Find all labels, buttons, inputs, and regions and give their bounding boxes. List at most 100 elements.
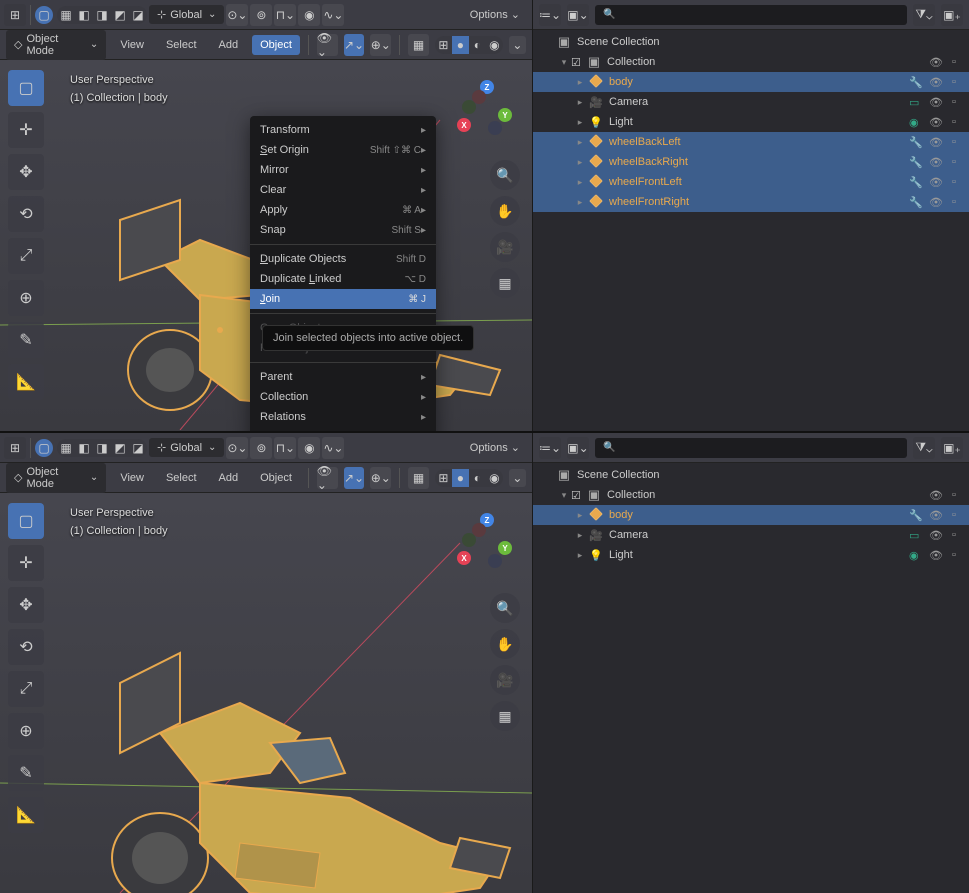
tool-rotate[interactable]: ⟲ [8,629,44,665]
gizmo-camera[interactable]: 🎥 [490,665,520,695]
menu-duplicate-linked[interactable]: Duplicate Linked⌥ D [250,269,436,289]
outliner-display-mode[interactable]: ▣⌄ [567,437,589,459]
visibility-dropdown[interactable]: 👁⌄ [317,34,338,56]
tool-measure[interactable]: 📐 [8,364,44,400]
menu-collection[interactable]: Collection▸ [250,387,436,407]
outliner-filter[interactable]: ⧩⌄ [913,4,935,26]
tool-move[interactable]: ✥ [8,154,44,190]
menu-parent[interactable]: Parent▸ [250,367,436,387]
menu-duplicate-objects[interactable]: Duplicate ObjectsShift D [250,249,436,269]
select-invert[interactable]: ◩ [111,439,129,457]
gizmo-zoom[interactable]: 🔍 [490,160,520,190]
outliner-new-collection[interactable]: ▣₊ [941,4,963,26]
menu-set-origin[interactable]: Set OriginShift ⇧⌘ C▸ [250,140,436,160]
proportional-toggle[interactable]: ◉ [298,437,320,459]
menu-view[interactable]: View [112,468,152,488]
outliner-filter[interactable]: ⧩⌄ [913,437,935,459]
snap-dropdown[interactable]: ⊓⌄ [274,4,296,26]
tree-item-Light[interactable]: ▸Light◉👁▫ [533,545,969,565]
select-subtract[interactable]: ◨ [93,6,111,24]
axis-neg-y[interactable] [462,100,476,114]
shading-material[interactable]: ◐ [469,36,486,54]
proportional-toggle[interactable]: ◉ [298,4,320,26]
gizmo-toggle[interactable]: ↗⌄ [344,467,365,489]
gizmo-toggle[interactable]: ↗⌄ [344,34,365,56]
editor-type-dropdown[interactable]: ⊞ [4,437,26,459]
tool-select-box[interactable]: ▢ [8,70,44,106]
shading-rendered[interactable]: ◉ [486,469,503,487]
proportional-dropdown[interactable]: ∿⌄ [322,4,344,26]
mode-dropdown[interactable]: ◇ Object Mode [6,463,106,493]
select-tool-cursor[interactable]: ▢ [35,6,53,24]
pivot-dropdown[interactable]: ⊙⌄ [226,437,248,459]
tool-annotate[interactable]: ✎ [8,755,44,791]
shading-solid[interactable]: ● [452,469,469,487]
shading-options[interactable]: ⌄ [509,36,526,54]
overlay-dropdown[interactable]: ⊕⌄ [370,34,391,56]
xray-toggle[interactable]: ▦ [408,34,429,56]
tree-item-wheelFrontLeft[interactable]: ▸wheelFrontLeft🔧👁▫ [533,172,969,192]
gizmo-pan[interactable]: ✋ [490,196,520,226]
axis-neg-z[interactable] [488,554,502,568]
menu-relations[interactable]: Relations▸ [250,407,436,427]
tool-cursor[interactable]: ✛ [8,112,44,148]
transform-orientation-dropdown[interactable]: ⊹ Global [149,5,224,24]
menu-apply[interactable]: Apply⌘ A▸ [250,200,436,220]
select-extend[interactable]: ◧ [75,6,93,24]
tool-measure[interactable]: 📐 [8,797,44,833]
tool-select-box[interactable]: ▢ [8,503,44,539]
options-dropdown[interactable]: Options ⌄ [462,437,528,458]
select-tool-cursor[interactable]: ▢ [35,439,53,457]
axis-x[interactable]: X [457,551,471,565]
menu-object[interactable]: Object [252,468,300,488]
tool-annotate[interactable]: ✎ [8,322,44,358]
outliner-editor-type[interactable]: ≔⌄ [539,4,561,26]
outliner-tree-bottom[interactable]: Scene Collection ▾☑Collection👁▫ ▸body🔧👁▫… [533,463,969,893]
axis-widget[interactable]: Z Y X [452,513,512,573]
tree-item-Light[interactable]: ▸Light◉👁▫ [533,112,969,132]
shading-rendered[interactable]: ◉ [486,36,503,54]
menu-join[interactable]: Join⌘ J [250,289,436,309]
menu-transform[interactable]: Transform▸ [250,120,436,140]
axis-widget[interactable]: Z Y X [452,80,512,140]
shading-options[interactable]: ⌄ [509,469,526,487]
outliner-editor-type[interactable]: ≔⌄ [539,437,561,459]
menu-add[interactable]: Add [211,468,247,488]
menu-object[interactable]: Object [252,35,300,55]
shading-wireframe[interactable]: ⊞ [435,36,452,54]
tree-scene-collection[interactable]: Scene Collection [533,32,969,52]
tool-cursor[interactable]: ✛ [8,545,44,581]
menu-constraints[interactable]: Constraints▸ [250,427,436,431]
options-dropdown[interactable]: Options ⌄ [462,4,528,25]
tool-scale[interactable]: ⤢ [8,671,44,707]
proportional-dropdown[interactable]: ∿⌄ [322,437,344,459]
axis-y[interactable]: Y [498,108,512,122]
outliner-search[interactable] [595,5,907,25]
select-box[interactable]: ▦ [57,6,75,24]
tree-collection[interactable]: ▾☑Collection👁▫ [533,52,969,72]
menu-select[interactable]: Select [158,468,205,488]
tree-item-wheelBackLeft[interactable]: ▸wheelBackLeft🔧👁▫ [533,132,969,152]
tool-transform[interactable]: ⊕ [8,713,44,749]
outliner-tree-top[interactable]: Scene Collection ▾☑Collection👁▫ ▸body🔧👁▫… [533,30,969,431]
overlay-dropdown[interactable]: ⊕⌄ [370,467,391,489]
shading-wireframe[interactable]: ⊞ [435,469,452,487]
tool-transform[interactable]: ⊕ [8,280,44,316]
xray-toggle[interactable]: ▦ [408,467,429,489]
menu-add[interactable]: Add [211,35,247,55]
tool-rotate[interactable]: ⟲ [8,196,44,232]
outliner-display-mode[interactable]: ▣⌄ [567,4,589,26]
select-box[interactable]: ▦ [57,439,75,457]
select-subtract[interactable]: ◨ [93,439,111,457]
pivot-dropdown[interactable]: ⊙⌄ [226,4,248,26]
outliner-new-collection[interactable]: ▣₊ [941,437,963,459]
shading-material[interactable]: ◐ [469,469,486,487]
axis-y[interactable]: Y [498,541,512,555]
menu-mirror[interactable]: Mirror▸ [250,160,436,180]
axis-x[interactable]: X [457,118,471,132]
shading-solid[interactable]: ● [452,36,469,54]
select-intersect[interactable]: ◪ [129,439,147,457]
snap-toggle[interactable]: ⊚ [250,4,272,26]
menu-clear[interactable]: Clear▸ [250,180,436,200]
menu-snap[interactable]: SnapShift S▸ [250,220,436,240]
